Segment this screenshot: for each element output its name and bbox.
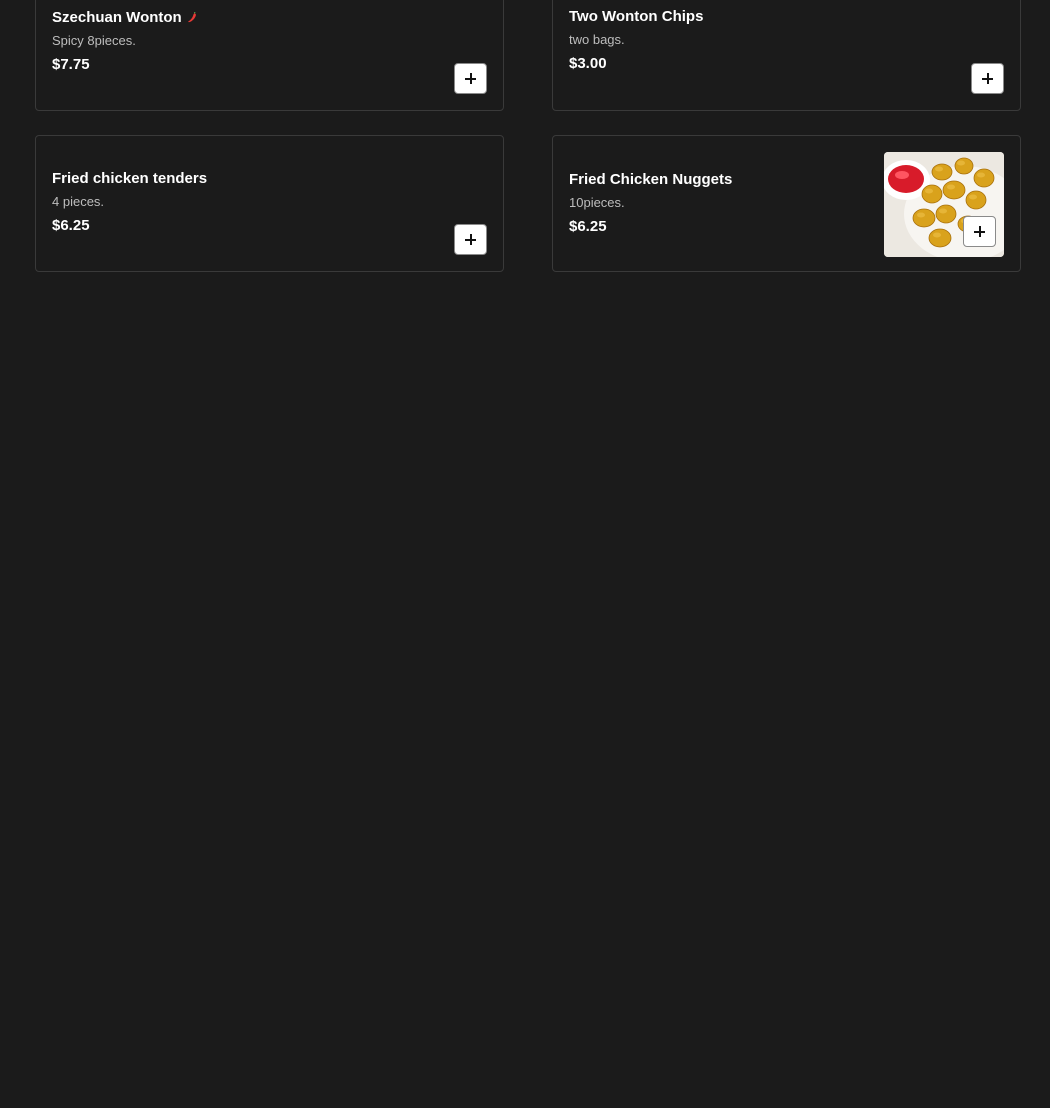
add-to-cart-button[interactable] [454,224,487,255]
menu-item-price: $7.75 [52,56,90,73]
menu-item-description: Spicy 8pieces. [52,33,136,48]
menu-item-description: 4 pieces. [52,194,105,209]
menu-item-card[interactable]: Fried Chicken Nuggets 10pieces. $6.25 [552,135,1021,272]
menu-item-description: two bags. [569,32,625,47]
menu-item-info: Szechuan Wonton Spicy 8pieces. $7.75 [52,9,343,74]
chili-pepper-icon [187,10,197,23]
menu-item-price: $6.25 [569,218,607,235]
menu-item-info: Fried Chicken Nuggets 10pieces. $6.25 [569,171,860,236]
add-to-cart-button[interactable] [454,63,487,94]
menu-grid: Szechuan Wonton Spicy 8pieces. $7.75 Two… [35,0,1021,272]
menu-item-price: $6.25 [52,217,90,234]
menu-item-card[interactable]: Two Wonton Chips two bags. $3.00 [552,0,1021,111]
plus-icon [465,73,476,84]
menu-item-name: Szechuan Wonton [52,9,182,26]
menu-item-price: $3.00 [569,55,607,72]
plus-icon [982,73,993,84]
plus-icon [465,234,476,245]
menu-item-info: Two Wonton Chips two bags. $3.00 [569,8,860,73]
menu-item-name: Fried chicken tenders [52,170,208,187]
menu-item-title-row: Szechuan Wonton [52,9,343,27]
menu-item-info: Fried chicken tenders 4 pieces. $6.25 [52,170,343,235]
menu-item-name: Two Wonton Chips [569,8,704,25]
add-to-cart-button[interactable] [963,216,996,247]
menu-item-description: 10pieces. [569,195,625,210]
menu-item-card[interactable]: Szechuan Wonton Spicy 8pieces. $7.75 [35,0,504,111]
menu-item-name: Fried Chicken Nuggets [569,171,733,188]
menu-item-card[interactable]: Fried chicken tenders 4 pieces. $6.25 [35,135,504,272]
add-to-cart-button[interactable] [971,63,1004,94]
plus-icon [974,226,985,237]
